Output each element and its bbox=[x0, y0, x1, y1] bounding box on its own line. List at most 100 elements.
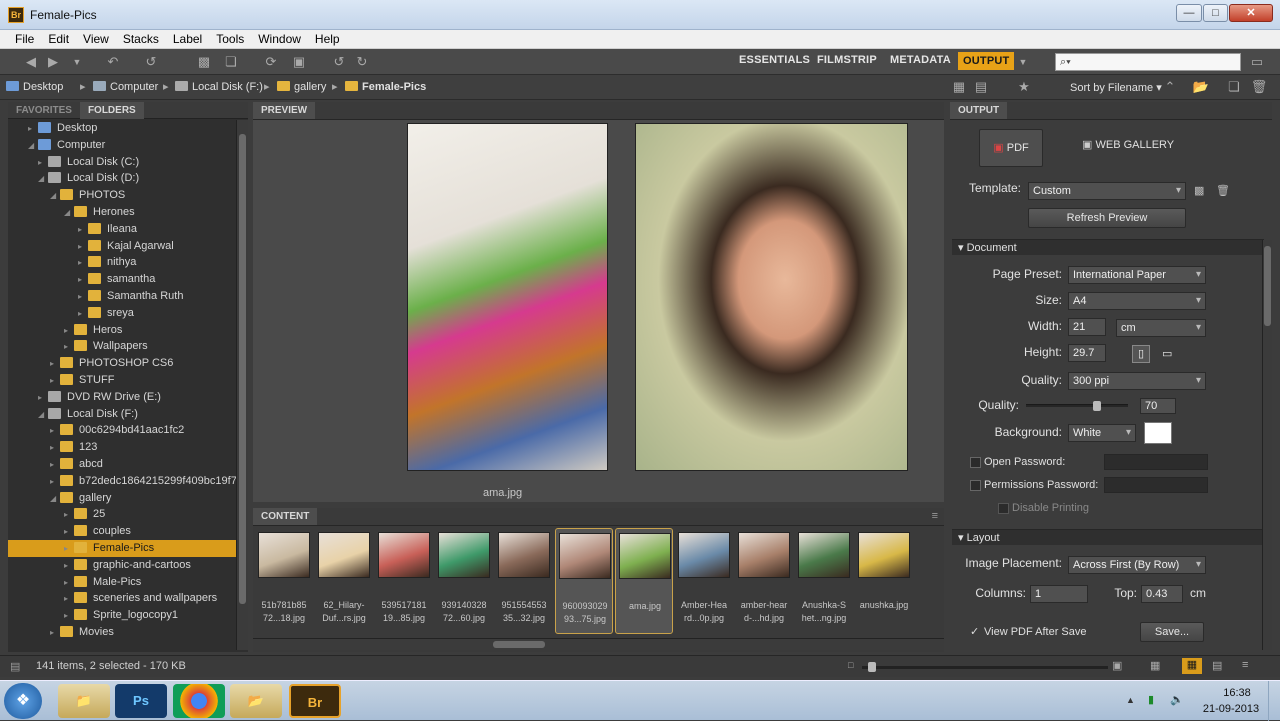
photoshop-taskbar-icon[interactable]: Ps bbox=[115, 684, 167, 718]
expand-arrow-icon[interactable]: ▸ bbox=[50, 355, 60, 372]
expand-arrow-icon[interactable]: ▸ bbox=[64, 590, 74, 607]
zoom-in-icon[interactable]: ▣ bbox=[1112, 659, 1122, 672]
expand-arrow-icon[interactable]: ◢ bbox=[50, 490, 60, 507]
size-select[interactable]: A4 bbox=[1068, 292, 1206, 310]
output-scrollbar-thumb[interactable] bbox=[1264, 246, 1271, 326]
expand-arrow-icon[interactable]: ▸ bbox=[78, 254, 88, 271]
minimize-icon[interactable]: — bbox=[1176, 4, 1202, 22]
clock-date[interactable]: 21-09-2013 bbox=[1200, 703, 1262, 715]
expand-arrow-icon[interactable]: ▸ bbox=[38, 389, 48, 406]
menu-tools[interactable]: Tools bbox=[209, 30, 251, 49]
view-thumbnails-icon[interactable]: ▦ bbox=[1182, 658, 1202, 674]
document-section-header[interactable]: ▾ Document bbox=[952, 239, 1264, 255]
search-input[interactable]: ⌕▾ bbox=[1055, 53, 1241, 71]
workspace-menu-icon[interactable]: ▼ bbox=[1014, 53, 1032, 71]
forward-icon[interactable]: ▶ bbox=[44, 53, 62, 71]
expand-arrow-icon[interactable]: ▸ bbox=[28, 120, 38, 137]
compact-mode-icon[interactable]: ▭ bbox=[1248, 53, 1266, 71]
expand-arrow-icon[interactable]: ▸ bbox=[64, 338, 74, 355]
expand-arrow-icon[interactable]: ▸ bbox=[78, 238, 88, 255]
show-desktop-button[interactable] bbox=[1268, 681, 1280, 721]
sort-ascending-icon[interactable]: ⌃ bbox=[1161, 78, 1179, 96]
sort-dropdown[interactable]: Sort by Filename ▾ bbox=[1070, 81, 1162, 94]
expand-arrow-icon[interactable]: ▸ bbox=[64, 523, 74, 540]
tree-item[interactable]: ▸Local Disk (C:) bbox=[38, 154, 139, 171]
tree-item[interactable]: ▸Heros bbox=[64, 322, 122, 339]
open-recent-icon[interactable]: 📂 bbox=[1192, 78, 1210, 96]
thumbnail-size-slider[interactable] bbox=[862, 666, 1108, 669]
menu-stacks[interactable]: Stacks bbox=[116, 30, 166, 49]
folder-taskbar-icon[interactable]: 📂 bbox=[230, 684, 282, 718]
tree-item[interactable]: ▸sceneries and wallpapers bbox=[64, 590, 217, 607]
layout-section-header[interactable]: ▾ Layout bbox=[952, 529, 1264, 545]
tree-item[interactable]: ▸Samantha Ruth bbox=[78, 288, 183, 305]
web-gallery-button[interactable]: ▣ WEB GALLERY bbox=[1082, 138, 1174, 151]
boomerang-icon[interactable]: ↶ bbox=[104, 53, 122, 71]
close-icon[interactable]: ✕ bbox=[1229, 4, 1273, 22]
tab-favorites[interactable]: FAVORITES bbox=[8, 102, 80, 119]
background-color-swatch[interactable] bbox=[1144, 422, 1172, 444]
menu-edit[interactable]: Edit bbox=[41, 30, 76, 49]
content-thumbnail[interactable]: Anushka-Shet...ng.jpg bbox=[795, 528, 853, 634]
tree-item[interactable]: ◢Herones bbox=[64, 204, 135, 221]
view-list-icon[interactable]: ▤ bbox=[972, 78, 990, 96]
template-select[interactable]: Custom bbox=[1028, 182, 1186, 200]
delete-template-icon[interactable]: 🗑 bbox=[1216, 184, 1230, 197]
width-input[interactable]: 21 bbox=[1068, 318, 1106, 336]
workspace-essentials[interactable]: ESSENTIALS bbox=[739, 54, 810, 66]
tree-item[interactable]: ▸Male-Pics bbox=[64, 574, 141, 591]
open-password-input[interactable] bbox=[1104, 454, 1208, 470]
content-thumbnail[interactable]: Amber-Heard...0p.jpg bbox=[675, 528, 733, 634]
save-button[interactable]: Save... bbox=[1140, 622, 1204, 642]
view-list-mode-icon[interactable]: ≡ bbox=[1242, 659, 1248, 671]
menu-help[interactable]: Help bbox=[308, 30, 347, 49]
rotate-right-icon[interactable]: ↻ bbox=[353, 53, 371, 71]
expand-arrow-icon[interactable]: ◢ bbox=[38, 406, 48, 423]
thumbnail-image[interactable] bbox=[798, 532, 850, 578]
thumbnail-image[interactable] bbox=[738, 532, 790, 578]
content-thumbnail[interactable]: 62_Hilary-Duf...rs.jpg bbox=[315, 528, 373, 634]
preview-image-woman-violin[interactable] bbox=[407, 123, 608, 471]
tree-scrollbar[interactable] bbox=[236, 120, 248, 650]
expand-arrow-icon[interactable]: ▸ bbox=[78, 221, 88, 238]
content-thumbnail[interactable]: 96009302993...75.jpg bbox=[555, 528, 613, 634]
expand-arrow-icon[interactable]: ▸ bbox=[64, 322, 74, 339]
expand-arrow-icon[interactable]: ▸ bbox=[50, 624, 60, 641]
permissions-password-input[interactable] bbox=[1104, 477, 1208, 493]
tree-item[interactable]: ◢Local Disk (D:) bbox=[38, 170, 139, 187]
tree-item[interactable]: ◢gallery bbox=[50, 490, 111, 507]
thumbnail-image[interactable] bbox=[318, 532, 370, 578]
breadcrumb-computer[interactable]: Computer bbox=[93, 81, 158, 93]
tree-item[interactable]: ▸samantha bbox=[78, 271, 155, 288]
expand-arrow-icon[interactable]: ▸ bbox=[64, 506, 74, 523]
permissions-password-checkbox[interactable] bbox=[970, 480, 981, 491]
quality-slider[interactable] bbox=[1026, 404, 1128, 407]
lock-thumbnail-grid-icon[interactable]: ▦ bbox=[1150, 659, 1160, 672]
chrome-taskbar-icon[interactable]: C bbox=[173, 684, 225, 718]
tree-item-selected[interactable]: ▸Female-Pics bbox=[8, 540, 236, 557]
expand-arrow-icon[interactable]: ◢ bbox=[50, 187, 60, 204]
tree-item[interactable]: ▸Ileana bbox=[78, 221, 137, 238]
expand-arrow-icon[interactable]: ▸ bbox=[50, 473, 60, 490]
tree-item[interactable]: ▸Movies bbox=[50, 624, 114, 641]
view-grid-icon[interactable]: ▦ bbox=[950, 78, 968, 96]
expand-arrow-icon[interactable]: ▸ bbox=[78, 305, 88, 322]
output-icon[interactable]: ▣ bbox=[290, 53, 308, 71]
thumbnail-image[interactable] bbox=[678, 532, 730, 578]
tree-item[interactable]: ▸b72dedc1864215299f409bc19f730 bbox=[50, 473, 236, 490]
breadcrumb-desktop[interactable]: Desktop bbox=[6, 81, 63, 93]
expand-arrow-icon[interactable]: ▸ bbox=[64, 574, 74, 591]
view-details-icon[interactable]: ▤ bbox=[1212, 659, 1222, 672]
view-pdf-checkbox[interactable]: ✓ bbox=[970, 625, 979, 638]
tab-output[interactable]: OUTPUT bbox=[950, 102, 1007, 119]
battery-icon[interactable]: ▮ bbox=[1148, 693, 1154, 706]
camera-icon[interactable]: ▩ bbox=[195, 53, 213, 71]
star-icon[interactable]: ★ bbox=[1015, 78, 1033, 96]
background-select[interactable]: White bbox=[1068, 424, 1136, 442]
landscape-orientation-icon[interactable]: ▭ bbox=[1162, 347, 1172, 360]
quality-slider-thumb[interactable] bbox=[1093, 401, 1101, 411]
content-thumbnail[interactable]: 53951718119...85.jpg bbox=[375, 528, 433, 634]
quality-value-input[interactable]: 70 bbox=[1140, 398, 1176, 414]
tab-folders[interactable]: FOLDERS bbox=[80, 102, 144, 119]
tree-item[interactable]: ▸abcd bbox=[50, 456, 103, 473]
